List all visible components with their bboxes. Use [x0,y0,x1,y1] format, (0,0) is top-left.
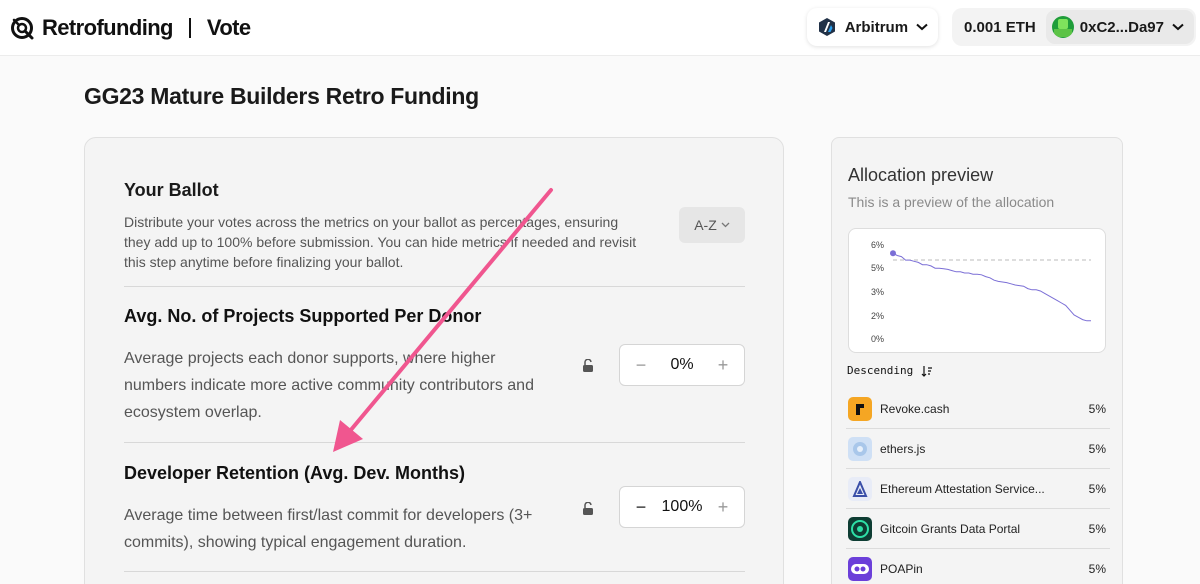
project-name: ethers.js [880,441,926,456]
retrofunding-logo-icon [11,16,34,39]
allocation-subtitle: This is a preview of the allocation [848,194,1055,210]
metric-stepper: − 100% + [619,486,745,528]
first-point-marker [890,250,896,257]
unlock-icon[interactable] [582,502,594,515]
ethers-logo-icon [848,436,872,461]
eas-logo-icon [848,476,872,501]
divider [124,442,745,443]
list-item[interactable]: POAPin 5% [846,549,1110,584]
decrement-button[interactable]: − [634,497,648,518]
brand[interactable]: Retrofunding Vote [10,15,251,41]
decrement-button[interactable]: − [634,355,648,376]
sort-descending-icon [921,365,933,377]
ballot-description: Distribute your votes across the metrics… [124,214,637,270]
gitcoin-data-logo-icon [848,516,872,541]
project-name: POAPin [880,561,923,576]
wallet-balance: 0.001 ETH [964,18,1036,36]
network-name: Arbitrum [844,18,909,36]
metric-description: Average projects each donor supports, wh… [124,350,534,421]
list-item[interactable]: ethers.js 5% [846,429,1110,469]
y-tick-label: 6% [871,240,884,250]
metric-title: Developer Retention (Avg. Dev. Months) [124,463,466,483]
project-percentage: 5% [1088,441,1106,456]
ballot-title: Your Ballot [124,180,219,200]
wallet-pill[interactable]: 0.001 ETH 0xC2...Da97 [952,8,1196,46]
chevron-down-icon [721,222,730,228]
page-title: GG23 Mature Builders Retro Funding [84,83,479,109]
increment-button[interactable]: + [716,355,730,376]
metric-value[interactable]: 0% [670,356,693,374]
y-tick-label: 0% [871,334,884,344]
sort-order-label: Descending [847,364,914,377]
allocation-chart-svg: 6% 5% 3% 2% 0% [871,240,1091,344]
y-tick-label: 3% [871,287,884,297]
chevron-down-icon [916,23,928,31]
allocation-preview-card: Allocation preview This is a preview of … [831,137,1123,584]
project-name: Ethereum Attestation Service... [880,481,1045,496]
sort-order-toggle[interactable]: Descending [847,364,933,377]
top-header: Retrofunding Vote Arbitrum 0.001 ETH 0xC… [0,0,1200,56]
project-name: Revoke.cash [880,401,950,416]
increment-button[interactable]: + [716,497,730,518]
allocation-title: Allocation preview [848,165,994,185]
chevron-down-icon [1172,23,1184,31]
poapin-logo-icon [848,556,872,581]
list-item[interactable]: Ethereum Attestation Service... 5% [846,469,1110,509]
metric-value[interactable]: 100% [662,498,703,516]
divider [124,571,745,572]
section-name: Vote [206,14,251,40]
wallet-address: 0xC2...Da97 [1079,18,1164,36]
project-percentage: 5% [1088,401,1106,416]
avatar [1051,16,1074,38]
list-item[interactable]: Gitcoin Grants Data Portal 5% [846,509,1110,549]
network-selector[interactable]: Arbitrum [806,8,939,46]
metric-stepper: − 0% + [619,344,745,386]
unlock-icon[interactable] [582,359,594,372]
brand-name: Retrofunding [42,14,173,40]
header-actions: Arbitrum 0.001 ETH 0xC2...Da97 [806,8,1196,46]
y-tick-label: 5% [871,263,884,273]
project-percentage: 5% [1088,561,1106,576]
ballot-card: Your Ballot Distribute your votes across… [84,137,784,584]
y-tick-label: 2% [871,311,884,321]
sort-label: A-Z [694,217,717,233]
list-item[interactable]: Revoke.cash 5% [846,389,1110,429]
arbitrum-icon [818,18,835,36]
account-button[interactable]: 0xC2...Da97 [1045,10,1194,44]
allocation-chart: 6% 5% 3% 2% 0% [848,228,1106,353]
sort-dropdown[interactable]: A-Z [679,207,745,243]
project-list: Revoke.cash 5% ethers.js 5% Ethereum Att… [846,389,1110,584]
allocation-line [892,252,1091,322]
divider [124,286,745,287]
brand-divider [188,17,191,38]
project-name: Gitcoin Grants Data Portal [880,521,1021,536]
project-percentage: 5% [1088,521,1106,536]
revoke-logo-icon [848,396,872,421]
metric-title: Avg. No. of Projects Supported Per Donor [124,306,482,326]
metric-description: Average time between first/last commit f… [124,507,533,551]
project-percentage: 5% [1088,481,1106,496]
